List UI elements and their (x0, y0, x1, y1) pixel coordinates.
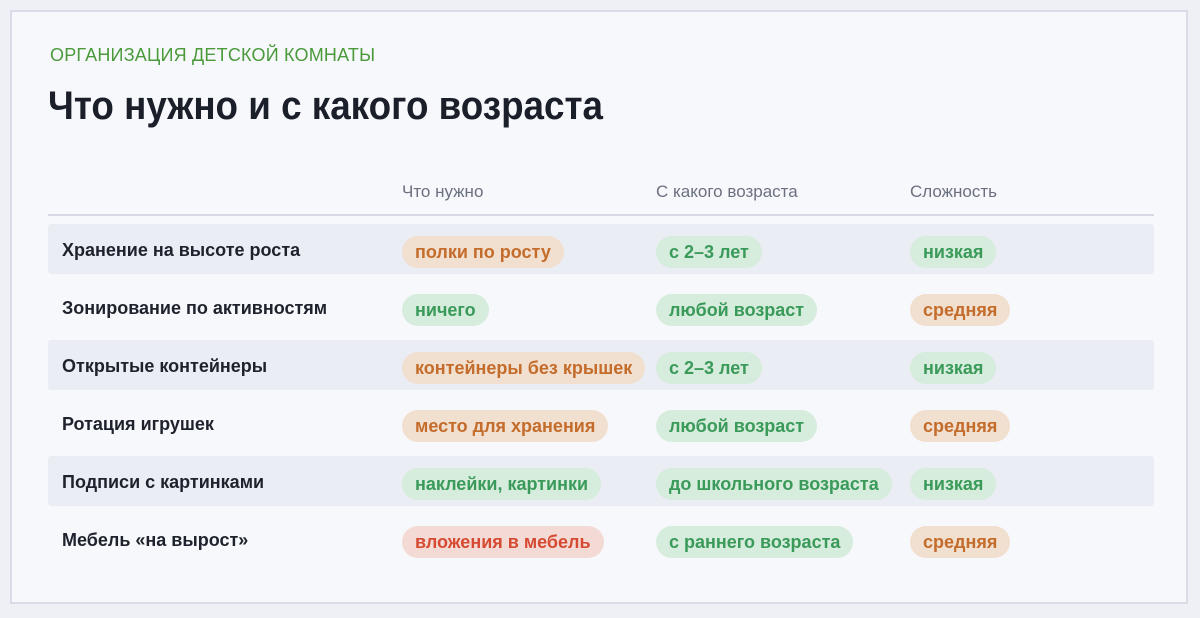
column-header-difficulty: Сложность (910, 182, 998, 201)
row-label: Подписи с картинками (62, 472, 265, 492)
need-pill: ничего (402, 294, 489, 326)
row-label: Мебель «на вырост» (62, 530, 249, 550)
need-pill: полки по росту (402, 236, 564, 268)
difficulty-pill: низкая (910, 468, 997, 500)
need-pill: наклейки, картинки (402, 468, 602, 500)
row-label: Открытые контейнеры (62, 356, 268, 376)
difficulty-pill: низкая (910, 236, 997, 268)
need-pill: вложения в мебель (402, 526, 604, 558)
need-pill: контейнеры без крышек (402, 352, 646, 384)
age-pill: с 2–3 лет (656, 236, 762, 268)
age-pill: до школьного возраста (656, 468, 892, 500)
difficulty-pill: средняя (910, 526, 1011, 558)
age-pill: любой возраст (656, 410, 818, 442)
age-pill: любой возраст (656, 294, 818, 326)
table-row: Подписи с картинками наклейки, картинки … (48, 456, 1154, 506)
difficulty-pill: средняя (910, 410, 1011, 442)
page-title: Что нужно и с какого возраста (48, 84, 603, 128)
comparison-table: Что нужно С какого возраста Сложность Хр… (48, 172, 1154, 572)
table-body: Хранение на высоте роста полки по росту … (48, 224, 1154, 564)
table-row: Мебель «на вырост» вложения в мебель с р… (48, 514, 1154, 564)
need-pill: место для хранения (402, 410, 609, 442)
row-label: Хранение на высоте роста (62, 240, 301, 260)
difficulty-pill: низкая (910, 352, 997, 384)
age-pill: с 2–3 лет (656, 352, 762, 384)
row-label: Зонирование по активностям (62, 298, 328, 318)
table-row: Хранение на высоте роста полки по росту … (48, 224, 1154, 274)
section-eyebrow: ОРГАНИЗАЦИЯ ДЕТСКОЙ КОМНАТЫ (50, 45, 376, 65)
content-card: ОРГАНИЗАЦИЯ ДЕТСКОЙ КОМНАТЫ Что нужно и … (10, 10, 1188, 604)
table-header: Что нужно С какого возраста Сложность (48, 172, 1154, 216)
column-header-age: С какого возраста (656, 182, 798, 201)
table-row: Открытые контейнеры контейнеры без крыше… (48, 340, 1154, 390)
table-row: Зонирование по активностям ничего любой … (48, 282, 1154, 332)
table-row: Ротация игрушек место для хранения любой… (48, 398, 1154, 448)
age-pill: с раннего возраста (656, 526, 854, 558)
column-header-need: Что нужно (402, 182, 484, 201)
row-label: Ротация игрушек (62, 414, 214, 434)
difficulty-pill: средняя (910, 294, 1011, 326)
